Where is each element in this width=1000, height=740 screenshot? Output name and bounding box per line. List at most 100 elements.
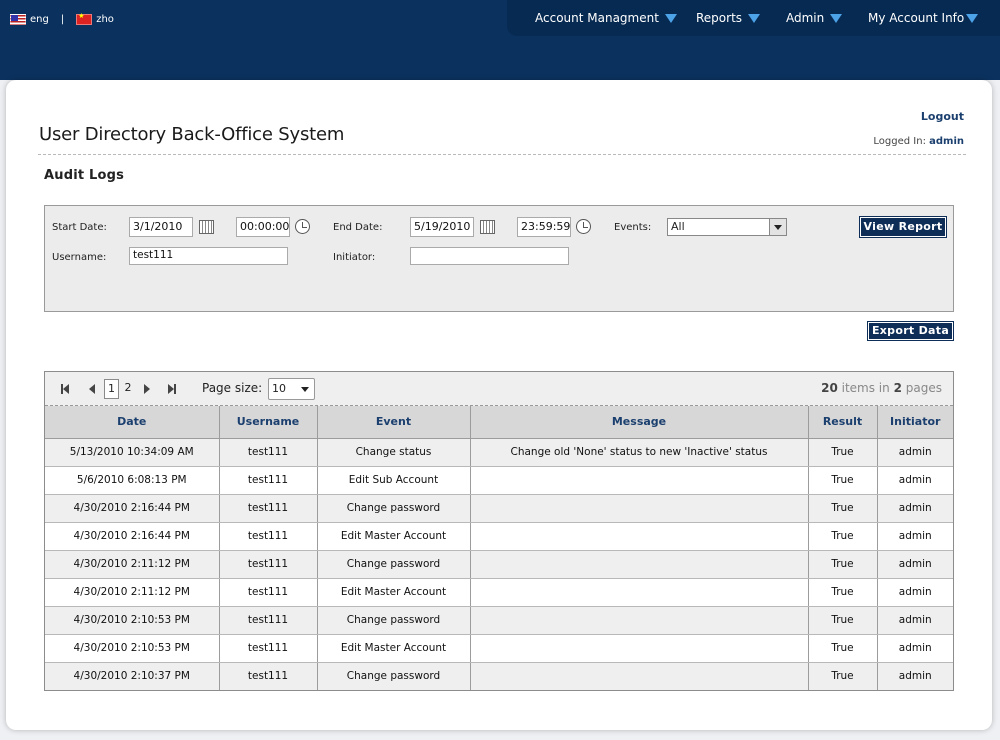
cell-message	[470, 662, 809, 690]
cell-username: test111	[219, 578, 318, 607]
table-row[interactable]: 4/30/2010 2:10:37 PM test111 Change pass…	[45, 662, 953, 690]
lang-separator: |	[60, 14, 65, 25]
column-header-result[interactable]: Result	[808, 406, 878, 439]
table-row[interactable]: 4/30/2010 2:11:12 PM test111 Edit Master…	[45, 578, 953, 607]
table-row[interactable]: 4/30/2010 2:11:12 PM test111 Change pass…	[45, 550, 953, 579]
top-banner: eng | zho Account Managment Reports Admi…	[0, 0, 1000, 80]
cell-initiator: admin	[877, 466, 953, 495]
language-switcher: eng | zho	[10, 12, 114, 25]
page-2-button[interactable]: 2	[122, 379, 134, 399]
lang-chinese-label: zho	[96, 14, 114, 25]
nav-label: Admin	[786, 11, 825, 25]
page-size-select[interactable]: 10	[268, 378, 315, 400]
cell-initiator: admin	[877, 606, 953, 635]
cell-message	[470, 494, 809, 523]
lang-english-label: eng	[30, 14, 49, 25]
last-page-icon[interactable]	[168, 384, 176, 394]
cell-event: Change status	[317, 438, 471, 467]
column-header-initiator[interactable]: Initiator	[877, 406, 953, 439]
main-nav: Account Managment Reports Admin My Accou…	[507, 0, 1000, 36]
cell-date: 4/30/2010 2:16:44 PM	[45, 522, 220, 551]
cell-message	[470, 634, 809, 663]
cell-username: test111	[219, 550, 318, 579]
items-text: items in	[841, 381, 890, 395]
username-label: Username:	[52, 252, 107, 263]
filter-panel: Start Date: 3/1/2010 00:00:00 End Date: …	[44, 205, 954, 312]
column-header-username[interactable]: Username	[219, 406, 318, 439]
start-time-field[interactable]: 00:00:00	[236, 217, 290, 237]
chevron-down-icon	[664, 13, 677, 23]
table-row[interactable]: 4/30/2010 2:10:53 PM test111 Edit Master…	[45, 634, 953, 663]
cell-username: test111	[219, 606, 318, 635]
column-header-message[interactable]: Message	[470, 406, 809, 439]
nav-reports[interactable]: Reports	[696, 11, 761, 25]
cell-result: True	[808, 606, 878, 635]
initiator-field[interactable]	[410, 247, 569, 265]
pager-info: 20 items in 2 pages	[821, 381, 942, 395]
cell-date: 4/30/2010 2:10:53 PM	[45, 634, 220, 663]
cell-result: True	[808, 494, 878, 523]
start-date-field[interactable]: 3/1/2010	[129, 217, 193, 237]
clock-icon[interactable]	[295, 219, 310, 234]
cell-initiator: admin	[877, 494, 953, 523]
column-header-event[interactable]: Event	[317, 406, 471, 439]
start-date-label: Start Date:	[52, 222, 107, 233]
calendar-icon[interactable]	[199, 220, 214, 234]
username-field[interactable]: test111	[129, 247, 288, 265]
cell-initiator: admin	[877, 662, 953, 690]
cell-event: Edit Master Account	[317, 634, 471, 663]
cell-initiator: admin	[877, 438, 953, 467]
logged-in-label: Logged In:	[873, 136, 926, 147]
end-date-field[interactable]: 5/19/2010	[410, 217, 474, 237]
cell-message	[470, 522, 809, 551]
cell-event: Change password	[317, 606, 471, 635]
lang-chinese-link[interactable]: zho	[76, 12, 114, 25]
audit-log-grid: 1 2 Page size: 10 20 items in 2 pages Da…	[44, 371, 954, 691]
cell-result: True	[808, 522, 878, 551]
pages-text: pages	[905, 381, 942, 395]
next-page-icon[interactable]	[144, 384, 150, 394]
cell-event: Change password	[317, 494, 471, 523]
cell-result: True	[808, 550, 878, 579]
table-row[interactable]: 5/13/2010 10:34:09 AM test111 Change sta…	[45, 438, 953, 467]
cell-message	[470, 578, 809, 607]
page-1-button[interactable]: 1	[104, 379, 119, 399]
nav-admin[interactable]: Admin	[786, 11, 843, 25]
events-selected-value: All	[671, 220, 685, 233]
initiator-label: Initiator:	[333, 252, 376, 263]
china-flag-icon	[76, 12, 93, 25]
end-date-label: End Date:	[333, 222, 383, 233]
export-data-button[interactable]: Export Data	[867, 321, 954, 341]
cell-event: Edit Sub Account	[317, 466, 471, 495]
column-header-date[interactable]: Date	[45, 406, 220, 439]
calendar-icon[interactable]	[480, 220, 495, 234]
cell-date: 5/6/2010 6:08:13 PM	[45, 466, 220, 495]
chevron-down-icon[interactable]	[769, 219, 786, 235]
cell-date: 4/30/2010 2:16:44 PM	[45, 494, 220, 523]
end-time-field[interactable]: 23:59:59	[517, 217, 571, 237]
logged-in-user-link[interactable]: admin	[929, 136, 964, 147]
items-count: 20	[821, 381, 838, 395]
page-size-label: Page size:	[202, 381, 263, 395]
events-select[interactable]: All	[667, 218, 787, 236]
logout-link[interactable]: Logout	[921, 110, 964, 123]
table-row[interactable]: 4/30/2010 2:16:44 PM test111 Edit Master…	[45, 522, 953, 551]
lang-english-link[interactable]: eng	[10, 14, 49, 25]
view-report-button[interactable]: View Report	[859, 216, 947, 238]
nav-account-management[interactable]: Account Managment	[535, 11, 677, 25]
section-title: Audit Logs	[44, 168, 125, 183]
chevron-down-icon	[966, 13, 979, 23]
cell-message	[470, 466, 809, 495]
previous-page-icon[interactable]	[89, 384, 95, 394]
clock-icon[interactable]	[576, 219, 591, 234]
cell-initiator: admin	[877, 578, 953, 607]
first-page-icon[interactable]	[61, 384, 69, 394]
nav-my-account-info[interactable]: My Account Info	[868, 11, 979, 25]
cell-message	[470, 606, 809, 635]
table-row[interactable]: 4/30/2010 2:10:53 PM test111 Change pass…	[45, 606, 953, 635]
table-row[interactable]: 5/6/2010 6:08:13 PM test111 Edit Sub Acc…	[45, 466, 953, 495]
table-row[interactable]: 4/30/2010 2:16:44 PM test111 Change pass…	[45, 494, 953, 523]
cell-result: True	[808, 634, 878, 663]
cell-username: test111	[219, 494, 318, 523]
events-label: Events:	[614, 222, 652, 233]
